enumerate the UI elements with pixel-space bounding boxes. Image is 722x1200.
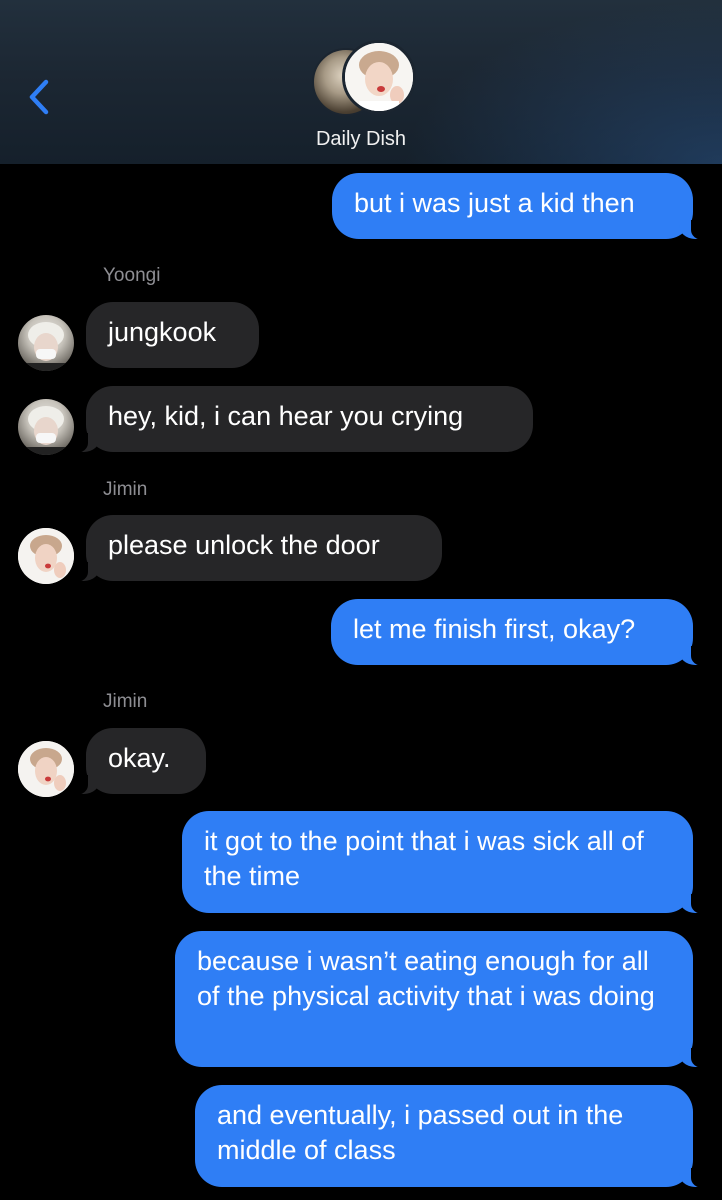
message-text: but i was just a kid then	[354, 188, 635, 218]
message-text: okay.	[108, 743, 171, 773]
yoongi-avatar[interactable]	[18, 315, 74, 371]
jimin-avatar[interactable]	[18, 741, 74, 797]
sender-name: Yoongi	[103, 265, 161, 286]
incoming-message: jungkook	[86, 302, 259, 368]
message-text: let me finish first, okay?	[353, 614, 636, 644]
chevron-left-icon[interactable]	[28, 78, 50, 116]
outgoing-message: because i wasn’t eating enough for all o…	[175, 931, 705, 1068]
incoming-message: please unlock the door	[74, 515, 442, 582]
group-avatar[interactable]	[312, 40, 416, 116]
conversation-header: Daily Dish	[0, 0, 722, 164]
member-avatar-front	[342, 40, 416, 114]
jimin-avatar[interactable]	[18, 528, 74, 584]
incoming-message: hey, kid, i can hear you crying	[74, 386, 533, 453]
outgoing-message: but i was just a kid then	[332, 173, 705, 240]
sender-name: Jimin	[103, 479, 148, 500]
sender-name: Jimin	[103, 691, 148, 712]
outgoing-message: let me finish first, okay?	[331, 599, 705, 666]
yoongi-avatar[interactable]	[18, 399, 74, 455]
outgoing-message: and eventually, i passed out in the midd…	[195, 1085, 705, 1188]
message-text: and eventually, i passed out in the midd…	[217, 1100, 624, 1165]
message-text: hey, kid, i can hear you crying	[108, 401, 464, 431]
outgoing-message: it got to the point that i was sick all …	[182, 811, 705, 914]
message-text: it got to the point that i was sick all …	[204, 826, 644, 891]
message-text: please unlock the door	[108, 530, 380, 560]
conversation-title[interactable]: Daily Dish	[0, 128, 722, 151]
message-text: because i wasn’t eating enough for all o…	[197, 946, 655, 1011]
message-text: jungkook	[108, 317, 217, 347]
incoming-message: okay.	[74, 728, 206, 795]
